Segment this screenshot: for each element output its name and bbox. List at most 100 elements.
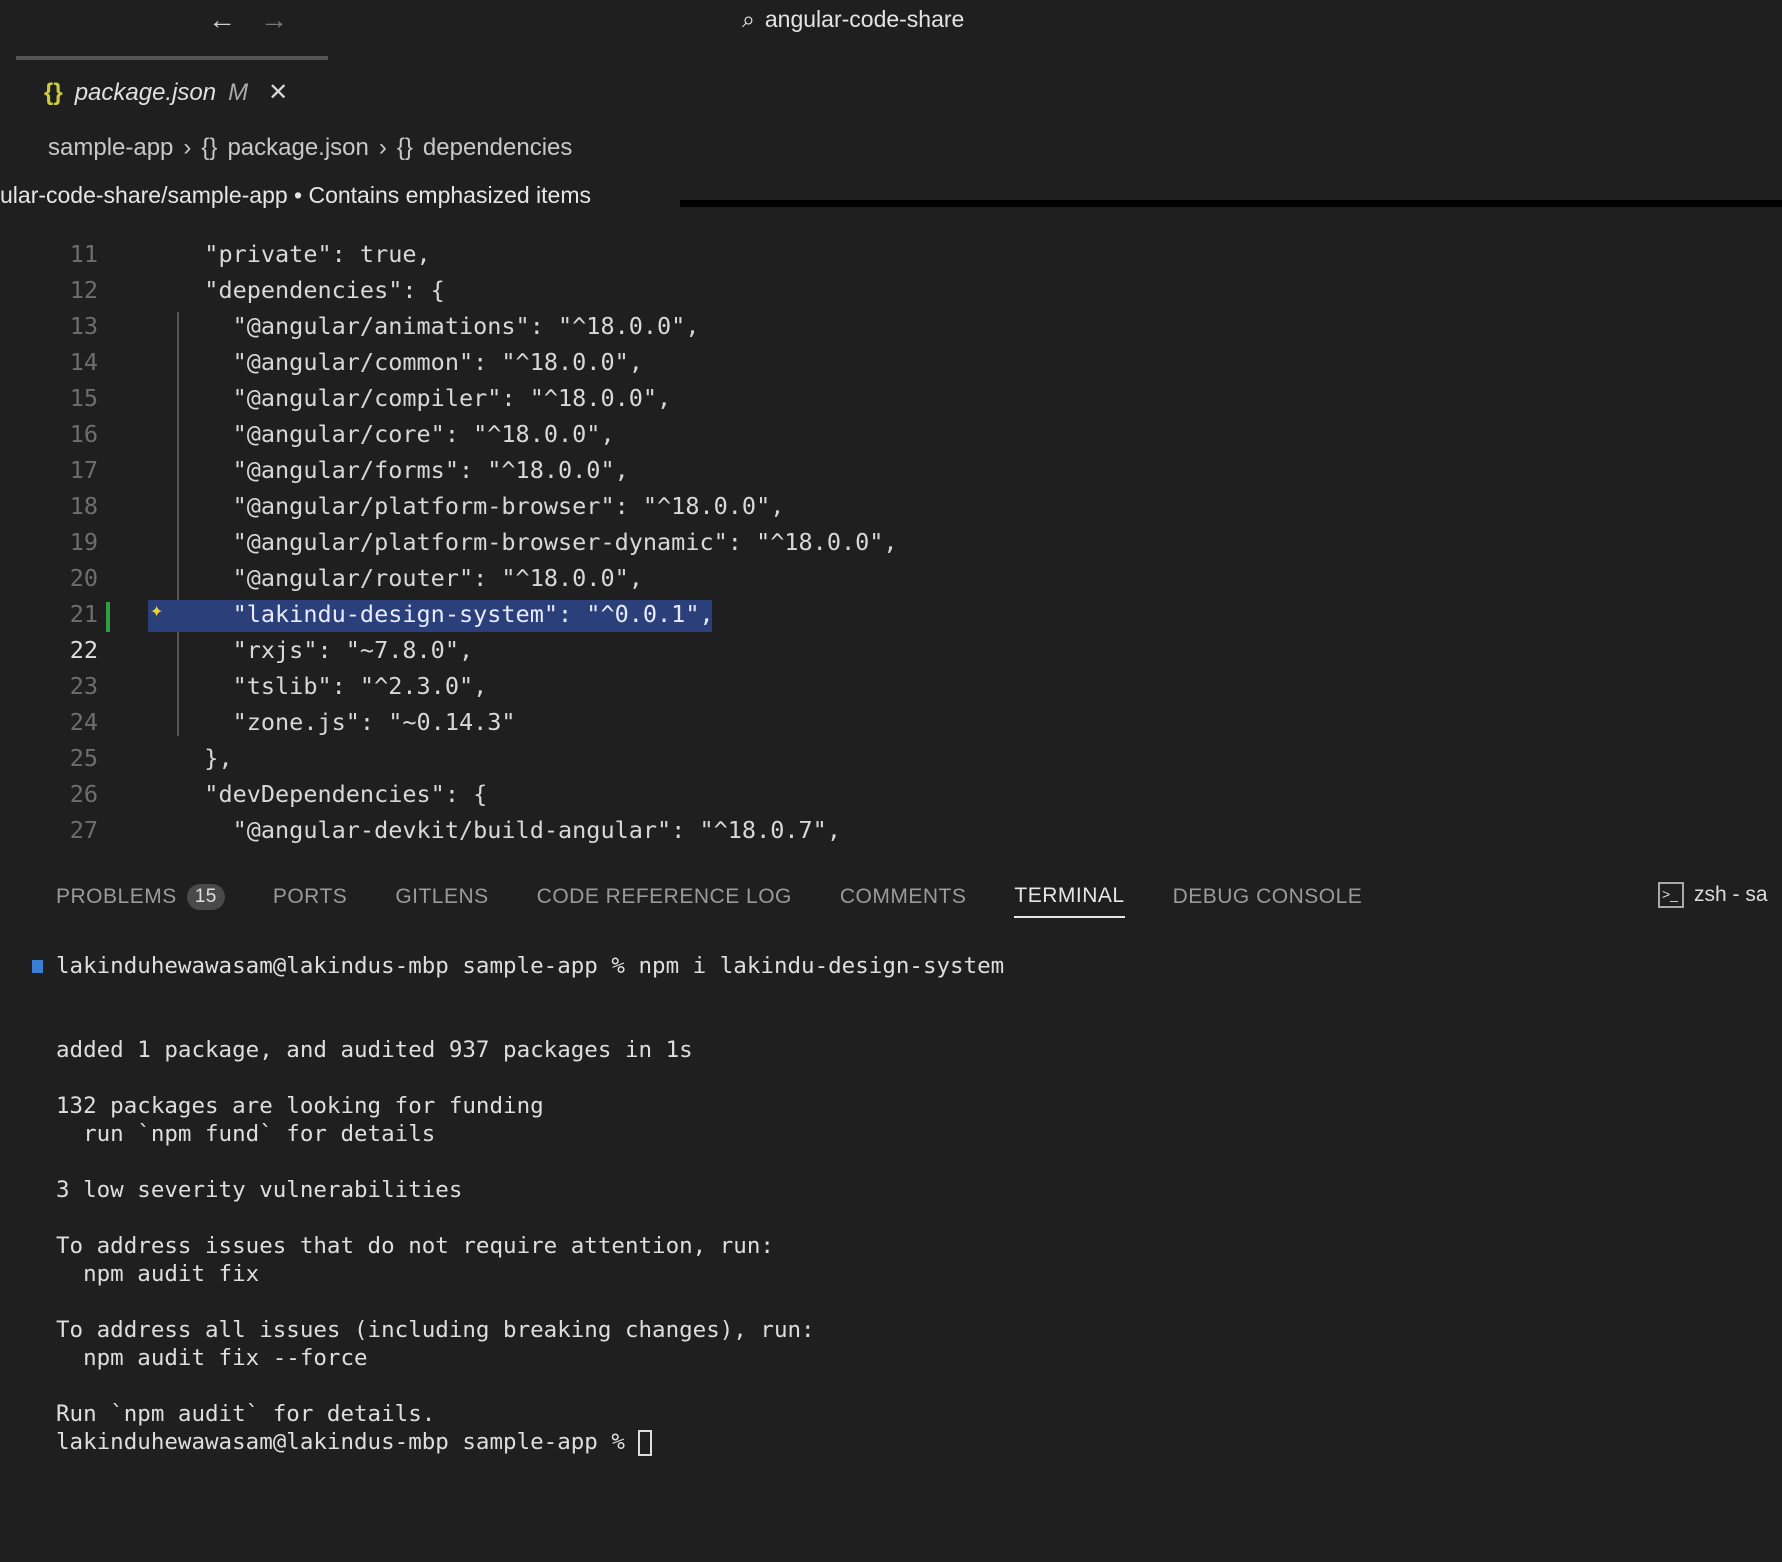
code-text: },: [176, 744, 233, 772]
tab-label: PROBLEMS: [56, 885, 177, 908]
terminal-instance[interactable]: >_ zsh - sa: [1658, 882, 1768, 908]
tooltip-shadow: [680, 200, 1782, 207]
code-text: "zone.js": "~0.14.3": [176, 708, 516, 736]
terminal-prompt[interactable]: lakinduhewawasam@lakindus-mbp sample-app…: [0, 1428, 1782, 1456]
line-number: 11: [69, 240, 98, 268]
code-line: 22 "rxjs": "~7.8.0",: [0, 632, 1782, 668]
chevron-right-icon: ›: [183, 134, 192, 161]
tab-debug-console[interactable]: DEBUG CONSOLE: [1173, 884, 1363, 918]
line-number: 15: [69, 384, 98, 412]
tab-label: PORTS: [272, 885, 348, 908]
forward-arrow-icon[interactable]: →: [260, 4, 288, 35]
tab-divider: [16, 56, 328, 60]
problems-count-badge: 15: [186, 884, 225, 910]
terminal-line: 3 low severity vulnerabilities: [56, 1177, 463, 1203]
terminal-output[interactable]: lakinduhewawasam@lakindus-mbp sample-app…: [0, 952, 1782, 1456]
line-number: 14: [69, 348, 98, 376]
prompt-text: lakinduhewawasam@lakindus-mbp sample-app…: [56, 1429, 639, 1455]
breadcrumb-item[interactable]: dependencies: [423, 134, 572, 162]
tab-label: TERMINAL: [1014, 884, 1125, 907]
tab-label: package.json: [74, 78, 217, 106]
code-line: 21 "lakindu-design-system": "^0.0.1",: [0, 596, 1782, 632]
code-text: "tslib": "^2.3.0",: [176, 672, 488, 700]
code-line: 23 "tslib": "^2.3.0",: [0, 668, 1782, 704]
tab-comments[interactable]: COMMENTS: [840, 884, 967, 918]
command-decoration-icon[interactable]: [32, 960, 43, 973]
window-title: angular-code-share: [764, 6, 965, 32]
tab-label: DEBUG CONSOLE: [1172, 885, 1363, 908]
terminal-line: Run `npm audit` for details.: [56, 1401, 436, 1427]
tab-code-reference-log[interactable]: CODE REFERENCE LOG: [537, 884, 792, 918]
json-icon: {}: [44, 78, 63, 106]
tab-gitlens[interactable]: GITLENS: [395, 884, 488, 918]
line-number: 24: [69, 708, 98, 736]
code-text: "@angular/animations": "^18.0.0",: [176, 312, 700, 340]
modified-badge: M: [228, 78, 249, 106]
code-line: 24 "zone.js": "~0.14.3": [0, 704, 1782, 740]
tab-label: GITLENS: [395, 885, 489, 908]
line-number: 19: [69, 528, 98, 556]
breadcrumb-tooltip: ular-code-share/sample-app • Contains em…: [0, 182, 592, 208]
code-line: 15 "@angular/compiler": "^18.0.0",: [0, 380, 1782, 416]
terminal-line: To address issues that do not require at…: [56, 1233, 774, 1259]
terminal-icon: >_: [1658, 882, 1684, 908]
code-line: 12 "dependencies": {: [0, 272, 1782, 308]
tab-package-json[interactable]: {} package.json M ✕: [44, 78, 288, 107]
code-text: "dependencies": {: [176, 276, 445, 304]
code-line: 11 "private": true,: [0, 236, 1782, 272]
tab-label: COMMENTS: [839, 885, 967, 908]
line-number: 18: [69, 492, 98, 520]
code-line: 25 },: [0, 740, 1782, 776]
line-number: 26: [69, 780, 98, 808]
terminal-line: lakinduhewawasam@lakindus-mbp sample-app…: [0, 952, 1782, 980]
code-text: "@angular/platform-browser-dynamic": "^1…: [176, 528, 898, 556]
line-number: 16: [69, 420, 98, 448]
line-number: 21: [69, 600, 98, 628]
json-icon: {}: [201, 134, 218, 161]
line-number: 20: [69, 564, 98, 592]
terminal-line: To address all issues (including breakin…: [56, 1317, 815, 1343]
breadcrumb-item[interactable]: sample-app: [48, 134, 173, 162]
code-editor[interactable]: ✦ 11 "private": true, 12 "dependencies": …: [0, 236, 1782, 856]
code-text: "devDependencies": {: [176, 780, 488, 808]
breadcrumb: sample-app › {} package.json › {} dependenci…: [48, 134, 572, 162]
line-number: 13: [69, 312, 98, 340]
close-icon[interactable]: ✕: [268, 78, 288, 107]
search-icon: ⌕: [742, 6, 755, 32]
command-center[interactable]: ⌕ angular-code-share: [742, 6, 964, 33]
line-number: 25: [69, 744, 98, 772]
code-text: "@angular/core": "^18.0.0",: [176, 420, 615, 448]
object-icon: {}: [396, 134, 413, 161]
back-arrow-icon[interactable]: ←: [208, 4, 236, 35]
terminal-line: npm audit fix --force: [56, 1345, 368, 1371]
terminal-line: added 1 package, and audited 937 package…: [56, 1037, 693, 1063]
code-text: "rxjs": "~7.8.0",: [176, 636, 474, 664]
terminal-line: 132 packages are looking for funding: [56, 1093, 544, 1119]
line-number: 17: [69, 456, 98, 484]
code-line: 17 "@angular/forms": "^18.0.0",: [0, 452, 1782, 488]
line-number: 12: [69, 276, 98, 304]
shell-label: zsh - sa: [1694, 883, 1768, 906]
code-text: "@angular/forms": "^18.0.0",: [176, 456, 629, 484]
tab-terminal[interactable]: TERMINAL: [1014, 884, 1125, 918]
tab-problems[interactable]: PROBLEMS 15: [56, 884, 225, 918]
terminal-cursor: [638, 1429, 653, 1456]
terminal-line: run `npm fund` for details: [56, 1121, 436, 1147]
code-text: "private": true,: [176, 240, 431, 268]
code-line: 18 "@angular/platform-browser": "^18.0.0…: [0, 488, 1782, 524]
code-line: 26 "devDependencies": {: [0, 776, 1782, 812]
breadcrumb-item[interactable]: package.json: [227, 134, 368, 162]
code-text: "lakindu-design-system": "^0.0.1",: [176, 600, 714, 628]
code-text: "@angular-devkit/build-angular": "^18.0.…: [176, 816, 841, 844]
code-text: "@angular/platform-browser": "^18.0.0",: [176, 492, 785, 520]
code-line: 27 "@angular-devkit/build-angular": "^18…: [0, 812, 1782, 848]
tab-label: CODE REFERENCE LOG: [536, 885, 792, 908]
tab-ports[interactable]: PORTS: [273, 884, 347, 918]
